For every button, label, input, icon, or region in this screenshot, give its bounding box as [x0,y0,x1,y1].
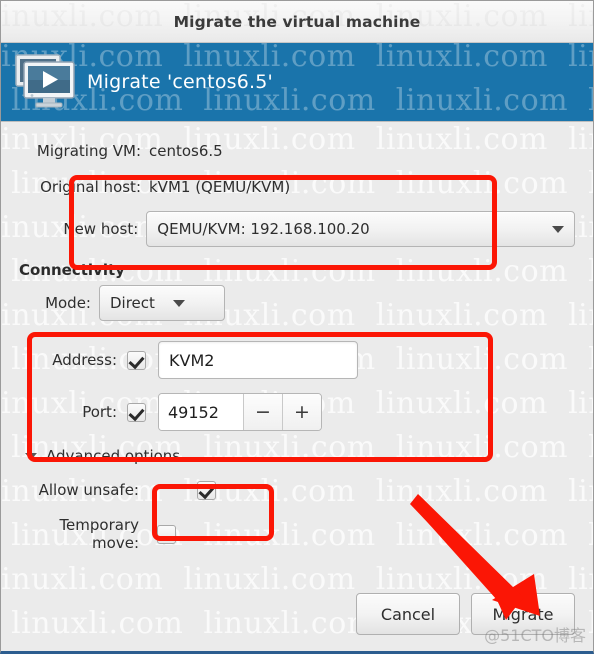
mode-row: Mode: Direct [19,285,575,321]
allow-unsafe-row: Allow unsafe: [19,477,575,503]
migrate-dialog-window: linuxli.com linuxli.com linuxli.com linu… [0,0,594,654]
new-host-label: New host: [63,220,139,238]
port-input-value[interactable]: 49152 [159,394,243,430]
chevron-down-icon [172,299,185,307]
chevron-down-icon [552,225,564,233]
screenshot-root: linuxli.com linuxli.com linuxli.com linu… [0,0,594,654]
connectivity-section-title: Connectivity [19,261,125,279]
dialog-header-banner: linuxli.com linuxli.com linuxli.com linu… [1,43,593,122]
dialog-titlebar: linuxli.com linuxli.com linuxli.com linu… [1,1,593,43]
dialog-action-buttons: Cancel Migrate [19,593,575,651]
port-decrement-button[interactable]: − [243,394,282,430]
migrate-button[interactable]: Migrate [471,593,575,635]
address-checkbox[interactable] [127,350,146,370]
advanced-options-toggle[interactable]: Advanced options [25,447,575,465]
migrating-vm-row: Migrating VM: centos6.5 [19,138,575,164]
new-host-row: New host: QEMU/KVM: 192.168.100.20 [19,211,575,247]
allow-unsafe-checkbox[interactable] [197,480,216,500]
advanced-options-label: Advanced options [46,447,181,465]
original-host-row: Original host: kVM1 (QEMU/KVM) [19,174,575,200]
mode-selected-value: Direct [110,294,155,312]
mode-dropdown[interactable]: Direct [99,285,225,321]
port-checkbox[interactable] [127,402,146,422]
temporary-move-row: Temporary move: [19,516,575,552]
port-row: Port: 49152 − + [19,393,575,431]
address-label: Address: [52,351,117,369]
header-title-text: Migrate 'centos6.5' [87,71,273,93]
migrating-vm-value: centos6.5 [149,142,223,160]
original-host-label: Original host: [40,178,141,196]
temporary-move-label: Temporary move: [59,516,139,552]
temporary-move-checkbox[interactable] [157,524,176,544]
allow-unsafe-label: Allow unsafe: [38,481,139,499]
cancel-button[interactable]: Cancel [356,593,460,635]
virtual-machine-play-icon [13,52,79,112]
mode-label: Mode: [45,294,91,312]
address-row: Address: KVM2 [19,341,575,379]
address-input-value: KVM2 [169,350,215,370]
port-increment-button[interactable]: + [282,394,321,430]
triangle-down-icon [25,452,37,460]
dialog-title: Migrate the virtual machine [173,12,421,31]
port-stepper[interactable]: 49152 − + [158,393,322,431]
port-label: Port: [82,403,117,421]
original-host-value: kVM1 (QEMU/KVM) [149,178,291,196]
new-host-selected-value: QEMU/KVM: 192.168.100.20 [157,220,370,238]
migrating-vm-label: Migrating VM: [36,142,141,160]
dialog-body: linuxli.com linuxli.com linuxli.com linu… [1,122,593,651]
new-host-dropdown[interactable]: QEMU/KVM: 192.168.100.20 [146,211,575,247]
address-input[interactable]: KVM2 [158,341,358,379]
